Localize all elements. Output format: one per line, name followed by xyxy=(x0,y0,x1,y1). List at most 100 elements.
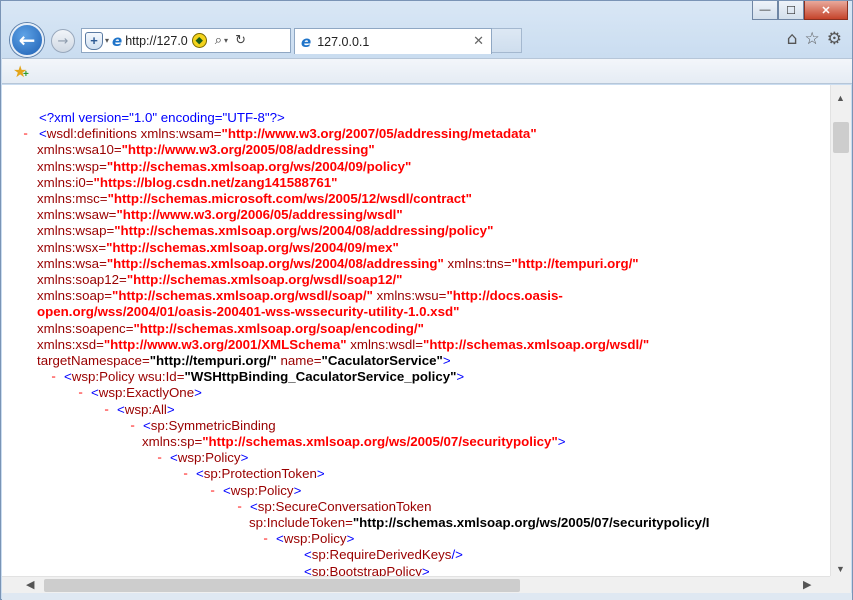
scroll-right-icon[interactable]: ▶ xyxy=(803,578,811,591)
address-bar[interactable]: + ▾ e http://127.0 ◆ ⌕ ▾ ↻ xyxy=(81,28,291,53)
scrollbar-corner xyxy=(830,576,851,593)
xml-line: - <wsp:Policy> xyxy=(2,531,830,547)
xml-line: <sp:RequireDerivedKeys/> xyxy=(2,547,830,563)
xml-line: xmlns:wsa10="http://www.w3.org/2005/08/a… xyxy=(2,142,830,158)
browser-window: — ☐ ✕ ← → + ▾ e http://127.0 ◆ ⌕ ▾ ↻ e 1… xyxy=(0,0,853,600)
scroll-down-icon[interactable]: ▼ xyxy=(836,564,845,574)
attr-name: xmlns:xsd= xyxy=(37,336,104,352)
attr-name: xmlns:wsp= xyxy=(37,158,107,174)
horizontal-scrollbar[interactable]: ◀ ▶ xyxy=(2,576,830,593)
tag-bracket: > xyxy=(557,434,566,450)
attr-value: "http://tempuri.org/" xyxy=(511,255,639,271)
collapse-toggle[interactable]: - xyxy=(129,418,136,434)
chevron-down-icon[interactable]: ▾ xyxy=(105,36,109,45)
tag-bracket: < xyxy=(39,126,47,142)
tag-name: wsp:ExactlyOne xyxy=(98,385,195,401)
tag-bracket: < xyxy=(250,498,258,514)
attr-value: open.org/wss/2004/01/oasis-200401-wss-ws… xyxy=(37,304,460,320)
gear-icon[interactable]: ⚙ xyxy=(827,29,842,49)
collapse-toggle[interactable]: - xyxy=(262,531,269,547)
tag-bracket: < xyxy=(196,466,204,482)
attr-value: "http://www.w3.org/2007/05/addressing/me… xyxy=(221,126,537,142)
xml-line: - <wsdl:definitions xmlns:wsam="http://ww… xyxy=(2,126,830,142)
tab-127-0-0-1[interactable]: e 127.0.0.1 ✕ xyxy=(294,28,492,54)
tag-bracket: < xyxy=(117,401,125,417)
attr-value: "https://blog.csdn.net/zang141588761" xyxy=(93,174,338,190)
tag-bracket: > xyxy=(240,450,249,466)
search-icon[interactable]: ⌕ xyxy=(215,33,222,48)
collapse-toggle[interactable]: - xyxy=(209,483,216,499)
new-tab-button[interactable] xyxy=(492,28,522,53)
attr-name: xmlns:wsa= xyxy=(37,255,107,271)
ie-logo-icon: e xyxy=(301,32,312,51)
xml-declaration: <?xml version="1.0" encoding="UTF-8"?> xyxy=(2,110,830,126)
xml-document-view: <?xml version="1.0" encoding="UTF-8"?> -… xyxy=(2,85,830,576)
xml-line: xmlns:msc="http://schemas.microsoft.com/… xyxy=(2,191,830,207)
back-arrow-icon: ← xyxy=(18,28,36,52)
collapse-toggle[interactable]: - xyxy=(103,402,110,418)
close-tab-icon[interactable]: ✕ xyxy=(473,34,484,49)
xml-line: - <wsp:ExactlyOne> xyxy=(2,385,830,401)
forward-button[interactable]: → xyxy=(51,29,75,53)
attr-name: xmlns:wsx= xyxy=(37,239,107,255)
attr-value: "http://schemas.xmlsoap.org/ws/2004/09/p… xyxy=(106,158,412,174)
attr-name: xmlns:wsam= xyxy=(136,126,222,142)
shield-icon[interactable]: + xyxy=(85,31,103,50)
attr-name: xmlns:i0= xyxy=(37,174,94,190)
window-controls: — ☐ ✕ xyxy=(752,1,848,20)
tag-bracket: /> xyxy=(451,547,463,563)
attr-value: "http://schemas.xmlsoap.org/ws/2004/08/a… xyxy=(106,255,444,271)
collapse-toggle[interactable]: - xyxy=(77,385,84,401)
attr-value: "http://schemas.xmlsoap.org/ws/2004/09/m… xyxy=(106,239,399,255)
xml-line: xmlns:wsap="http://schemas.xmlsoap.org/w… xyxy=(2,223,830,239)
close-window-button[interactable]: ✕ xyxy=(804,1,848,20)
tag-bracket: > xyxy=(456,369,465,385)
attr-value: "http://schemas.xmlsoap.org/ws/2004/08/a… xyxy=(114,223,494,239)
vertical-scroll-thumb[interactable] xyxy=(833,122,849,153)
maximize-button[interactable]: ☐ xyxy=(778,1,804,20)
xml-line: xmlns:soap="http://schemas.xmlsoap.org/w… xyxy=(2,288,830,304)
collapse-toggle[interactable]: - xyxy=(22,126,29,142)
xml-line: open.org/wss/2004/01/oasis-200401-wss-ws… xyxy=(2,304,830,320)
compatibility-view-icon[interactable]: ◆ xyxy=(191,33,207,48)
favorites-bar: ★ + xyxy=(2,58,852,84)
tag-bracket: < xyxy=(170,450,178,466)
xml-line: xmlns:xsd="http://www.w3.org/2001/XMLSch… xyxy=(2,337,830,353)
tag-bracket: < xyxy=(143,417,151,433)
attr-value: "http://schemas.xmlsoap.org/wsdl/soap12/… xyxy=(126,272,403,288)
attr-name: xmlns:wsdl= xyxy=(346,336,424,352)
url-text[interactable]: http://127.0 xyxy=(125,34,188,48)
attr-name: xmlns:soapenc= xyxy=(37,320,134,336)
xml-line: xmlns:sp="http://schemas.xmlsoap.org/ws/… xyxy=(2,434,830,450)
scroll-left-icon[interactable]: ◀ xyxy=(26,578,34,591)
attr-value: "http://schemas.xmlsoap.org/ws/2005/07/s… xyxy=(352,515,710,531)
xml-line: - <sp:ProtectionToken> xyxy=(2,466,830,482)
favorites-icon[interactable]: ☆ xyxy=(805,29,820,49)
collapse-toggle[interactable]: - xyxy=(50,369,57,385)
collapse-toggle[interactable]: - xyxy=(182,466,189,482)
attr-value: "http://tempuri.org/" xyxy=(149,353,277,369)
xml-line: xmlns:i0="https://blog.csdn.net/zang1415… xyxy=(2,175,830,191)
tag-name: sp:BootstrapPolicy xyxy=(311,563,422,576)
tag-bracket: > xyxy=(293,482,302,498)
xml-declaration-text: <?xml version="1.0" encoding="UTF-8"?> xyxy=(39,110,285,125)
home-icon[interactable]: ⌂ xyxy=(787,29,798,49)
search-dropdown-icon[interactable]: ▾ xyxy=(224,36,228,45)
tag-name: sp:SecureConversationToken xyxy=(257,498,432,514)
status-bar xyxy=(2,593,852,600)
horizontal-scroll-thumb[interactable] xyxy=(44,579,520,592)
attr-value: "http://schemas.xmlsoap.org/soap/encodin… xyxy=(133,320,424,336)
collapse-toggle[interactable]: - xyxy=(156,450,163,466)
collapse-toggle[interactable]: - xyxy=(236,499,243,515)
attr-value: "http://schemas.xmlsoap.org/ws/2005/07/s… xyxy=(202,434,558,450)
xml-tree: <?xml version="1.0" encoding="UTF-8"?> -… xyxy=(2,85,830,576)
minimize-button[interactable]: — xyxy=(752,1,778,20)
tag-bracket: > xyxy=(166,401,175,417)
back-button[interactable]: ← xyxy=(10,23,44,57)
attr-name: xmlns:wsu= xyxy=(372,288,447,304)
tag-bracket: < xyxy=(223,482,231,498)
xml-line: xmlns:wsaw="http://www.w3.org/2006/05/ad… xyxy=(2,207,830,223)
vertical-scrollbar[interactable]: ▲ ▼ xyxy=(830,85,851,576)
scroll-up-icon[interactable]: ▲ xyxy=(836,93,845,103)
refresh-icon[interactable]: ↻ xyxy=(235,33,246,48)
